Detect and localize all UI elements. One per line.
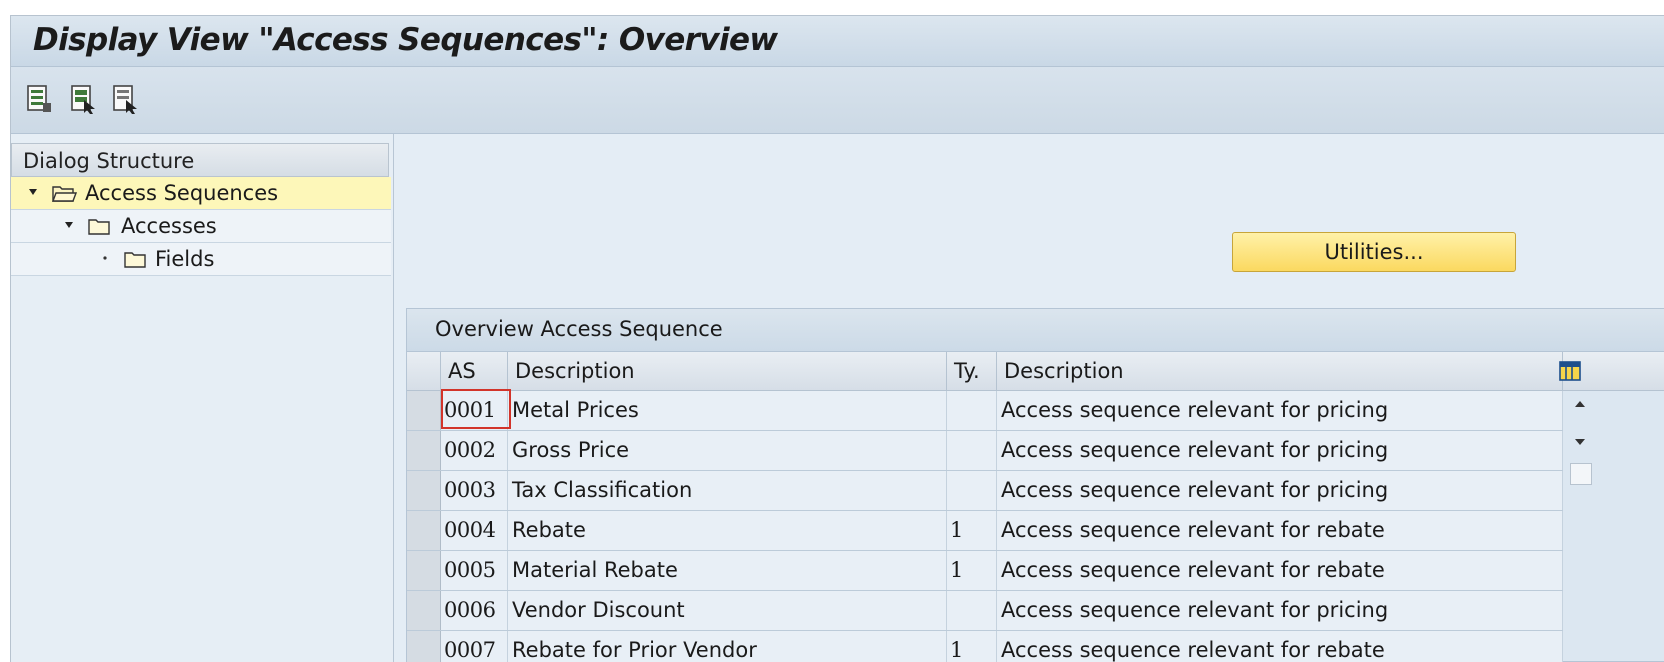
table-row[interactable]: 0004 Rebate 1 Access sequence relevant f… xyxy=(407,511,1563,551)
cell-description: Gross Price xyxy=(508,431,947,470)
tree-node-label: Fields xyxy=(155,247,215,271)
row-selector[interactable] xyxy=(407,631,441,662)
cell-type-description: Access sequence relevant for pricing xyxy=(997,391,1563,430)
cell-description: Vendor Discount xyxy=(508,591,947,630)
row-selector[interactable] xyxy=(407,551,441,590)
overview-title-bar: Overview Access Sequence xyxy=(407,309,1664,352)
column-header-as[interactable]: AS xyxy=(441,352,508,390)
scroll-up-icon[interactable] xyxy=(1568,393,1592,415)
details-icon[interactable] xyxy=(25,83,53,115)
expand-arrow-icon[interactable] xyxy=(63,219,75,231)
column-header-type-description[interactable]: Description xyxy=(997,352,1563,390)
folder-icon xyxy=(88,219,110,235)
scroll-thumb[interactable] xyxy=(1570,463,1592,485)
cell-type-description: Access sequence relevant for rebate xyxy=(997,551,1563,590)
tree-node-label: Accesses xyxy=(121,214,217,238)
cell-type-description: Access sequence relevant for pricing xyxy=(997,591,1563,630)
row-selector[interactable] xyxy=(407,431,441,470)
deselect-all-icon[interactable] xyxy=(111,83,139,115)
utilities-button[interactable]: Utilities... xyxy=(1232,232,1516,272)
table-header: AS Description Ty. Description xyxy=(407,352,1664,391)
cell-description: Rebate xyxy=(508,511,947,550)
title-bar: Display View "Access Sequences": Overvie… xyxy=(11,16,1664,67)
cell-type: 1 xyxy=(947,631,997,662)
row-selector[interactable] xyxy=(407,591,441,630)
cell-description: Tax Classification xyxy=(508,471,947,510)
tree-node-label: Access Sequences xyxy=(85,181,279,205)
select-all-icon[interactable] xyxy=(69,83,97,115)
table-row[interactable]: 0001 Metal Prices Access sequence releva… xyxy=(407,391,1563,431)
tree-node-access-sequences[interactable]: Access Sequences xyxy=(11,177,391,210)
cell-type-description: Access sequence relevant for pricing xyxy=(997,471,1563,510)
tree-node-fields[interactable]: Fields xyxy=(11,243,391,276)
cell-type xyxy=(947,591,997,630)
cell-type-description: Access sequence relevant for rebate xyxy=(997,631,1563,662)
column-header-description[interactable]: Description xyxy=(508,352,947,390)
folder-icon xyxy=(124,252,146,268)
select-all-rows-cell[interactable] xyxy=(407,352,441,390)
overview-table-panel: Overview Access Sequence AS Description … xyxy=(406,308,1664,662)
cell-type xyxy=(947,431,997,470)
dialog-structure-header: Dialog Structure xyxy=(11,143,389,177)
column-settings-icon[interactable] xyxy=(1559,360,1581,382)
cell-as[interactable]: 0005 xyxy=(441,551,508,590)
row-selector[interactable] xyxy=(407,391,441,430)
overview-title: Overview Access Sequence xyxy=(435,317,723,341)
cell-type xyxy=(947,391,997,430)
cell-type: 1 xyxy=(947,511,997,550)
cell-as[interactable]: 0002 xyxy=(441,431,508,470)
row-selector[interactable] xyxy=(407,471,441,510)
bullet-icon xyxy=(103,256,107,260)
column-header-type[interactable]: Ty. xyxy=(947,352,997,390)
sap-window: Display View "Access Sequences": Overvie… xyxy=(10,15,1664,662)
table-row[interactable]: 0005 Material Rebate 1 Access sequence r… xyxy=(407,551,1563,591)
cell-description: Rebate for Prior Vendor xyxy=(508,631,947,662)
expand-arrow-icon[interactable] xyxy=(27,186,39,198)
application-toolbar xyxy=(11,67,1664,134)
scroll-down-icon[interactable] xyxy=(1568,431,1592,453)
page-title: Display View "Access Sequences": Overvie… xyxy=(33,22,778,58)
cell-focus-indicator xyxy=(441,389,511,429)
cell-type xyxy=(947,471,997,510)
cell-type-description: Access sequence relevant for rebate xyxy=(997,511,1563,550)
tree-node-accesses[interactable]: Accesses xyxy=(11,210,391,243)
cell-type: 1 xyxy=(947,551,997,590)
vertical-scrollbar[interactable] xyxy=(1568,391,1664,662)
row-selector[interactable] xyxy=(407,511,441,550)
cell-as[interactable]: 0004 xyxy=(441,511,508,550)
table-row[interactable]: 0003 Tax Classification Access sequence … xyxy=(407,471,1563,511)
dialog-structure-pane: Dialog Structure Access Sequences Access… xyxy=(11,134,394,662)
dialog-structure-title: Dialog Structure xyxy=(23,149,195,173)
cell-type-description: Access sequence relevant for pricing xyxy=(997,431,1563,470)
content-pane: Utilities... Overview Access Sequence AS… xyxy=(394,134,1664,662)
table-row[interactable]: 0006 Vendor Discount Access sequence rel… xyxy=(407,591,1563,631)
cell-as[interactable]: 0003 xyxy=(441,471,508,510)
table-row[interactable]: 0002 Gross Price Access sequence relevan… xyxy=(407,431,1563,471)
table-row[interactable]: 0007 Rebate for Prior Vendor 1 Access se… xyxy=(407,631,1563,662)
cell-as[interactable]: 0006 xyxy=(441,591,508,630)
cell-description: Material Rebate xyxy=(508,551,947,590)
open-folder-icon xyxy=(51,186,77,202)
cell-description: Metal Prices xyxy=(508,391,947,430)
cell-as[interactable]: 0007 xyxy=(441,631,508,662)
